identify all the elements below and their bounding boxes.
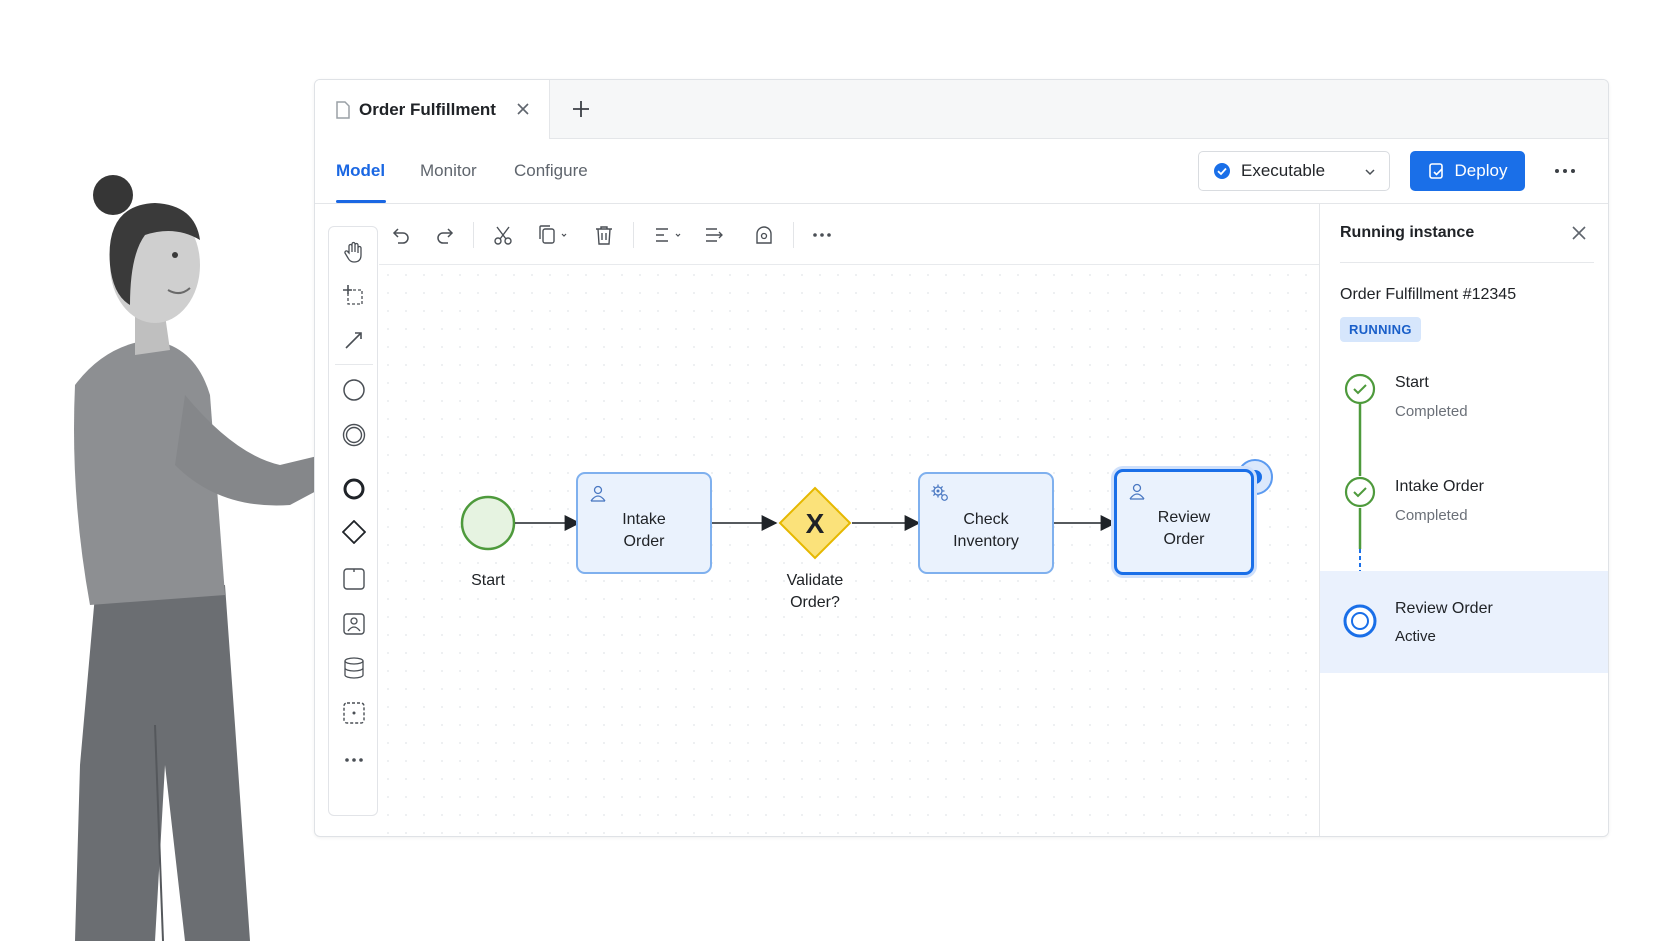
task-label: Check Inventory [920, 509, 1052, 553]
task-label-line2: Inventory [953, 533, 1019, 550]
step-name: Start [1395, 374, 1429, 391]
document-tab[interactable]: Order Fulfillment [315, 80, 550, 139]
view-nav-bar: Model Monitor Configure Executable Deplo… [315, 139, 1608, 204]
distribute-icon[interactable] [703, 224, 725, 246]
gateway-label: Validate Order? [765, 570, 865, 614]
delete-icon[interactable] [593, 224, 615, 246]
task-label-line1: Intake [622, 511, 666, 528]
task-label-line2: Order [1163, 531, 1205, 548]
gateway-label-line1: Validate [786, 572, 844, 589]
redo-icon[interactable] [435, 224, 457, 246]
tab-configure[interactable]: Configure [514, 161, 588, 181]
gateway-x-symbol: X [805, 508, 825, 539]
undo-icon[interactable] [389, 224, 411, 246]
close-tab-icon[interactable] [514, 100, 532, 118]
more-tools-icon[interactable] [342, 748, 366, 772]
group-icon[interactable] [342, 701, 366, 725]
deploy-button[interactable]: Deploy [1410, 151, 1525, 191]
palette-divider [335, 364, 373, 365]
simulate-icon[interactable] [753, 224, 775, 246]
completed-check-icon [1344, 476, 1376, 508]
timeline-step-review-order[interactable]: Review Order Active [1320, 571, 1608, 673]
active-step-icon [1343, 604, 1377, 638]
data-store-icon[interactable] [342, 656, 366, 680]
document-tab-label: Order Fulfillment [359, 99, 496, 119]
step-status: Active [1395, 628, 1436, 645]
execution-mode-value: Executable [1241, 161, 1326, 180]
gears-icon [931, 484, 948, 501]
gateway-label-line2: Order? [790, 594, 840, 611]
connect-tool-icon[interactable] [342, 328, 366, 352]
step-status: Completed [1395, 403, 1468, 420]
user-task-icon[interactable] [342, 612, 366, 636]
add-tab-icon[interactable] [570, 98, 592, 120]
lasso-tool-icon[interactable] [342, 284, 366, 308]
active-tab-indicator [336, 200, 386, 203]
check-circle-icon [1214, 163, 1230, 179]
task-review-order[interactable]: Review Order [1114, 469, 1254, 575]
toolbar-divider [633, 222, 634, 248]
document-tab-bar: Order Fulfillment [315, 80, 1608, 139]
task-check-inventory[interactable]: Check Inventory [918, 472, 1054, 574]
toolbar-divider [473, 222, 474, 248]
user-icon [590, 485, 606, 502]
running-instance-panel: Running instance Order Fulfillment #1234… [1319, 204, 1608, 836]
step-name: Review Order [1395, 600, 1493, 617]
document-icon [336, 100, 350, 119]
gateway-icon[interactable] [342, 520, 366, 544]
task-icon[interactable] [342, 567, 366, 591]
task-label: Intake Order [578, 509, 710, 553]
task-label: Review Order [1117, 507, 1251, 551]
element-palette [328, 226, 378, 816]
end-event-icon[interactable] [342, 477, 366, 501]
task-label-line2: Order [623, 533, 665, 550]
deploy-icon [1428, 163, 1443, 179]
bpmn-canvas[interactable]: Start X Validate Order? Intake Order Che… [379, 266, 1319, 836]
align-icon[interactable] [653, 224, 685, 246]
tab-model[interactable]: Model [336, 161, 385, 181]
copy-icon[interactable] [537, 224, 571, 246]
hand-tool-icon[interactable] [342, 240, 366, 264]
task-label-line1: Review [1157, 509, 1211, 526]
timeline-step-intake-order[interactable]: Intake Order Completed [1320, 468, 1608, 548]
start-event[interactable] [460, 495, 516, 551]
step-name: Intake Order [1395, 478, 1484, 495]
deploy-button-label: Deploy [1454, 161, 1508, 180]
task-label-line1: Check [963, 511, 1009, 528]
intermediate-event-icon[interactable] [342, 423, 366, 447]
step-status: Completed [1395, 507, 1468, 524]
start-event-icon[interactable] [342, 378, 366, 402]
edit-toolbar [379, 204, 1319, 265]
task-intake-order[interactable]: Intake Order [576, 472, 712, 574]
start-event-label: Start [471, 572, 505, 589]
timeline-step-start[interactable]: Start Completed [1320, 364, 1608, 444]
tab-monitor[interactable]: Monitor [420, 161, 477, 181]
toolbar-divider [793, 222, 794, 248]
execution-mode-select[interactable]: Executable [1198, 151, 1390, 191]
more-options-icon[interactable] [1552, 161, 1578, 181]
user-icon [1129, 483, 1145, 500]
bpmn-modeler-window: Order Fulfillment Model Monitor Configur… [314, 79, 1609, 837]
cut-icon[interactable] [492, 224, 514, 246]
chevron-down-icon [1365, 169, 1375, 176]
more-toolbar-icon[interactable] [811, 224, 833, 246]
completed-check-icon [1344, 373, 1376, 405]
